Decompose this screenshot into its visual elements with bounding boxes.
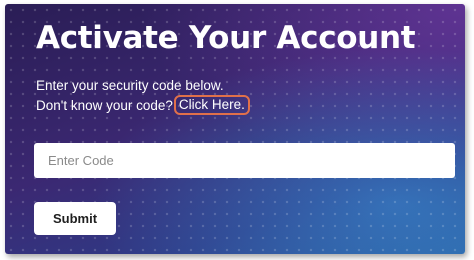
instructions: Enter your security code below. Don't kn… xyxy=(36,76,250,115)
instructions-line-1: Enter your security code below. xyxy=(36,78,224,93)
page-title: Activate Your Account xyxy=(36,20,416,56)
instructions-line-2-text: Don't know your code? xyxy=(36,97,173,113)
activation-panel: Activate Your Account Enter your securit… xyxy=(5,4,465,254)
enter-code-input[interactable] xyxy=(34,143,455,178)
submit-button[interactable]: Submit xyxy=(34,202,116,235)
instructions-line-2: Don't know your code? Click Here. xyxy=(36,95,250,115)
click-here-link[interactable]: Click Here. xyxy=(173,95,250,115)
